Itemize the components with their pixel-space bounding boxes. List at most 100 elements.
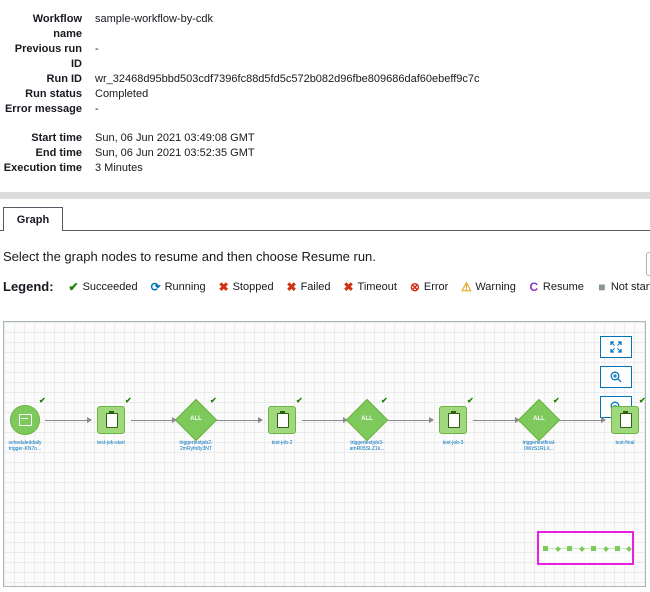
legend-label: Not started [610,280,650,293]
legend: Legend: ✔ Succeeded ⟳ Running ✖ Stopped ✖ Faile… [3,279,650,294]
graph-node-label[interactable]: scheduleddaily trigger-KN7o... [4,440,53,452]
previous-run-value: - [95,43,99,55]
graph-edge [45,417,92,423]
tab-graph[interactable]: Graph [3,207,63,231]
legend-title: Legend: [3,279,54,294]
x-icon: ✖ [218,279,229,294]
detail-label: Error message [4,103,82,115]
detail-row-workflow-name: Workflow name sample-workflow-by-cdk [0,12,650,42]
legend-item-warning: ⚠ Warning [460,280,516,294]
graph-node-label[interactable]: triggertestjob3- amR05SLZ1k... [339,440,395,452]
run-status-value: Completed [95,88,149,100]
legend-label: Timeout [357,280,397,293]
detail-row-previous-run: Previous run ID - [0,42,650,72]
detail-label: Run status [25,88,82,100]
legend-item-stopped: ✖ Stopped [218,280,274,294]
detail-label: Start time [31,132,82,144]
graph-edge [387,417,434,423]
legend-item-timeout: ✖ Timeout [343,280,397,294]
graph-minimap[interactable] [537,531,634,565]
legend-label: Failed [300,280,331,293]
trigger-all-label: ALL [533,416,545,422]
fit-icon [610,341,622,353]
minimap-node [543,546,548,551]
x-icon: ✖ [286,279,297,294]
minimap-node [615,546,620,551]
graph-edge [131,417,177,423]
zoom-in-button[interactable] [600,366,632,388]
succeeded-check-icon: ✔ [296,396,303,405]
legend-label: Error [423,280,449,293]
legend-label: Succeeded [82,280,138,293]
legend-item-error: ⊗ Error [409,280,448,294]
detail-row-error-message: Error message - [0,102,650,117]
job-clipboard-icon[interactable] [268,406,296,434]
succeeded-check-icon: ✔ [210,396,217,405]
legend-item-succeeded: ✔ Succeeded [68,280,138,294]
detail-label: Previous run ID [14,43,82,70]
graph-node-label[interactable]: test-final [597,440,645,446]
zoom-in-icon [610,371,622,383]
check-icon: ✔ [68,279,79,294]
detail-label: Execution time [3,162,82,174]
job-clipboard-icon[interactable] [611,406,639,434]
error-circle-icon: ⊗ [409,279,420,294]
workflow-name-value: sample-workflow-by-cdk [95,13,213,25]
resume-icon: C [529,279,539,294]
run-details: Workflow name sample-workflow-by-cdk Prev… [0,12,650,176]
error-message-value: - [95,103,99,115]
legend-item-failed: ✖ Failed [286,280,331,294]
graph-node-label[interactable]: triggertestfinal- 0WzS1RLX... [511,440,567,452]
x-icon: ✖ [343,279,354,294]
graph-node-label[interactable]: test-job-start [83,440,139,446]
succeeded-check-icon: ✔ [381,396,388,405]
graph-edge [216,417,263,423]
fit-to-screen-button[interactable] [600,336,632,358]
side-panel-edge[interactable] [646,252,650,276]
detail-row-run-status: Run status Completed [0,87,650,102]
legend-label: Running [164,280,206,293]
detail-label: End time [35,147,82,159]
trigger-all-label: ALL [190,416,202,422]
start-time-value: Sun, 06 Jun 2021 03:49:08 GMT [95,132,255,144]
succeeded-check-icon: ✔ [639,396,646,405]
run-id-value: wr_32468d95bbd503cdf7396fc88d5fd5c572b08… [95,73,480,85]
end-time-value: Sun, 06 Jun 2021 03:52:35 GMT [95,147,255,159]
detail-row-start-time: Start time Sun, 06 Jun 2021 03:49:08 GMT [0,131,650,146]
tab-bar: Graph [0,207,650,231]
workflow-graph-canvas[interactable]: ✔ scheduleddaily trigger-KN7o... ✔ test-job-… [3,321,646,587]
execution-time-value: 3 Minutes [95,162,143,174]
square-icon: ■ [598,279,606,294]
succeeded-check-icon: ✔ [553,396,560,405]
succeeded-check-icon: ✔ [125,396,132,405]
graph-edge [473,417,520,423]
job-clipboard-icon[interactable] [439,406,467,434]
legend-label: Stopped [232,280,274,293]
graph-node-label[interactable]: test-job-3 [425,440,481,446]
graph-edge [302,417,348,423]
legend-label: Warning [475,280,516,293]
job-clipboard-icon[interactable] [97,406,125,434]
detail-row-run-id: Run ID wr_32468d95bbd503cdf7396fc88d5fd5… [0,72,650,87]
detail-row-end-time: End time Sun, 06 Jun 2021 03:52:35 GMT [0,146,650,161]
legend-item-not-started: ■ Not started [596,280,650,294]
schedule-calendar-icon[interactable] [10,405,40,435]
succeeded-check-icon: ✔ [467,396,474,405]
trigger-all-label: ALL [361,416,373,422]
legend-item-running: ⟳ Running [150,280,206,294]
detail-label: Run ID [46,73,82,85]
graph-node-label[interactable]: triggertestjob2- 2mRyfn8y3NT [168,440,224,452]
warning-icon: ⚠ [460,279,472,294]
succeeded-check-icon: ✔ [39,396,46,405]
detail-row-execution-time: Execution time 3 Minutes [0,161,650,176]
graph-edge [559,417,606,423]
legend-label: Resume [542,280,584,293]
legend-item-resume: C Resume [528,280,584,294]
minimap-node [567,546,572,551]
graph-node-label[interactable]: test-job-2 [254,440,310,446]
refresh-icon: ⟳ [150,279,161,294]
minimap-node [591,546,596,551]
detail-label: Workflow name [32,13,82,40]
minimap-node [626,546,632,552]
section-divider [0,192,650,199]
